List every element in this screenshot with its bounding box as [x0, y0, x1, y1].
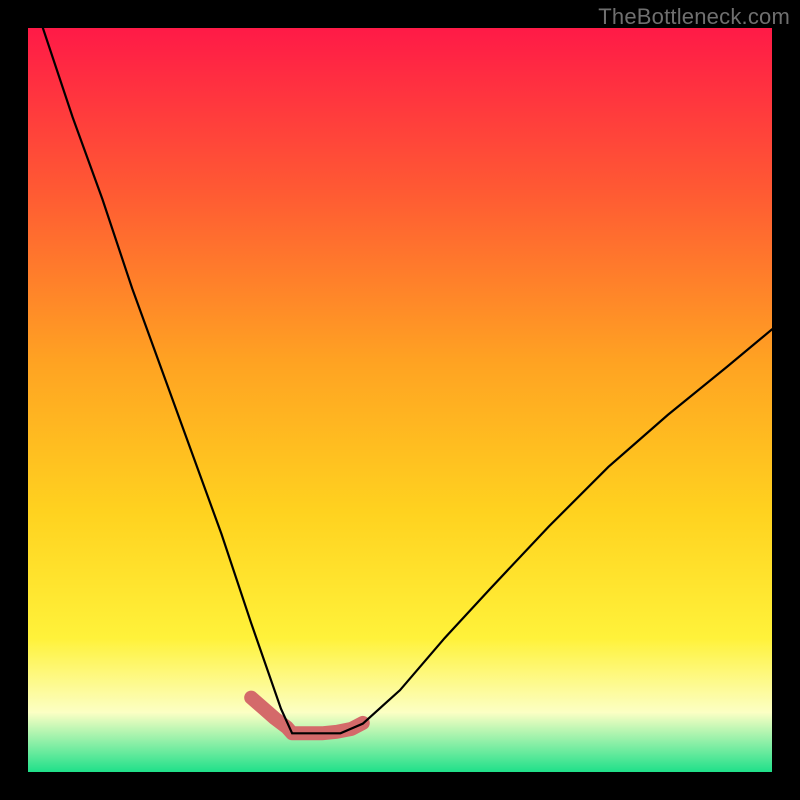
- plot-area: [28, 28, 772, 772]
- chart-svg: [28, 28, 772, 772]
- outer-frame: TheBottleneck.com: [0, 0, 800, 800]
- watermark-text: TheBottleneck.com: [598, 4, 790, 30]
- gradient-background: [28, 28, 772, 772]
